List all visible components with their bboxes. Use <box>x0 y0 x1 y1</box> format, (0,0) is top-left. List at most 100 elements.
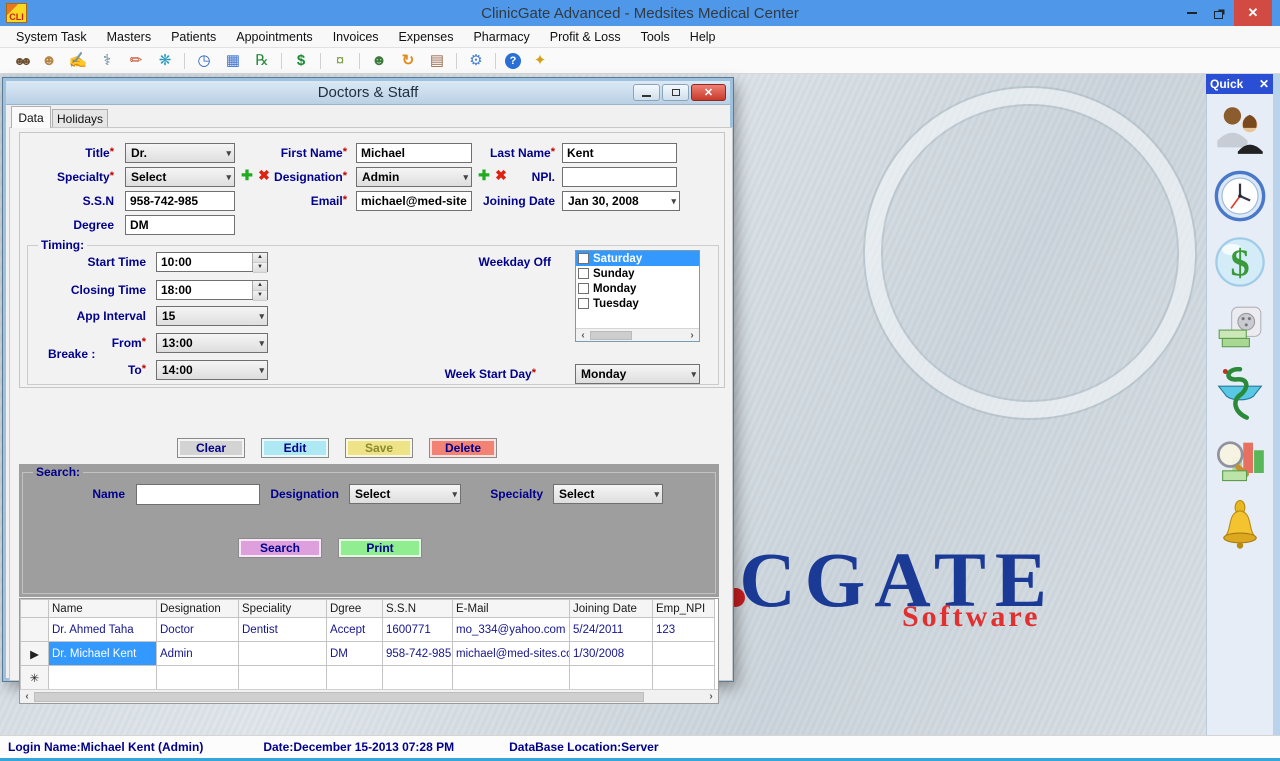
last-name-input[interactable] <box>562 143 677 163</box>
designation-combobox[interactable]: Admin▾ <box>356 167 472 187</box>
dialog-minimize-button[interactable] <box>633 84 660 101</box>
marker-icon[interactable]: ✏ <box>126 53 146 69</box>
quick-reminder-bell-icon[interactable] <box>1212 498 1268 554</box>
grid-header-joining-date[interactable]: Joining Date <box>570 600 653 618</box>
bell-icon[interactable]: ✦ <box>530 53 550 69</box>
cell-name[interactable]: Dr. Ahmed Taha <box>49 618 157 642</box>
refresh-icon[interactable]: ↻ <box>398 53 418 69</box>
vendor-icon[interactable]: ☻ <box>369 53 389 69</box>
cell-dgree[interactable]: DM <box>327 642 383 666</box>
tab-data[interactable]: Data <box>11 106 51 128</box>
dialog-close-button[interactable]: ✕ <box>691 84 726 101</box>
app-icon[interactable]: CLI <box>6 3 27 23</box>
spin-up-icon[interactable]: ▲ <box>253 253 267 263</box>
grid-header-emp-npi[interactable]: Emp_NPI <box>653 600 715 618</box>
cell-designation[interactable] <box>157 666 239 690</box>
menu-pharmacy[interactable]: Pharmacy <box>463 26 539 48</box>
break-to-combobox[interactable]: 14:00▾ <box>156 360 268 380</box>
specialty-combobox[interactable]: Select▾ <box>125 167 235 187</box>
cell-emp-npi[interactable]: 123 <box>653 618 715 642</box>
doctors-staff-icon[interactable]: ☻☻ <box>10 53 30 69</box>
weekday-item-monday[interactable]: Monday <box>576 281 699 296</box>
cell-speciality[interactable]: Dentist <box>239 618 327 642</box>
calendar-icon[interactable]: ▦ <box>223 53 243 69</box>
main-titlebar[interactable]: CLI ClinicGate Advanced - Medsites Medic… <box>0 0 1280 26</box>
checkbox-icon[interactable] <box>578 298 589 309</box>
checkbox-icon[interactable] <box>578 283 589 294</box>
menu-invoices[interactable]: Invoices <box>323 26 389 48</box>
cell-joining-date[interactable]: 5/24/2011 <box>570 618 653 642</box>
email-input[interactable] <box>356 191 472 211</box>
row-selector-current-icon[interactable]: ▶ <box>21 642 49 666</box>
scroll-left-icon[interactable]: ‹ <box>20 691 34 702</box>
menu-expenses[interactable]: Expenses <box>389 26 464 48</box>
cell-name[interactable]: Dr. Michael Kent <box>49 642 157 666</box>
cell-speciality[interactable] <box>239 666 327 690</box>
grid-header-name[interactable]: Name <box>49 600 157 618</box>
quick-patients-icon[interactable] <box>1212 102 1268 158</box>
joining-date-picker[interactable]: Jan 30, 2008▾ <box>562 191 680 211</box>
quick-reports-icon[interactable] <box>1212 432 1268 488</box>
quick-pharmacy-icon[interactable] <box>1212 366 1268 422</box>
table-row-new[interactable]: ✳ <box>21 666 715 690</box>
cell-email[interactable]: michael@med-sites.com <box>453 642 570 666</box>
grid-header-email[interactable]: E-Mail <box>453 600 570 618</box>
quick-panel-close-icon[interactable]: ✕ <box>1259 77 1269 91</box>
weekday-item-saturday[interactable]: Saturday <box>576 251 699 266</box>
dialog-maximize-button[interactable] <box>662 84 689 101</box>
cell-designation[interactable]: Doctor <box>157 618 239 642</box>
grid-hscrollbar[interactable]: ‹ › <box>20 689 718 703</box>
save-button[interactable]: Save <box>345 438 413 458</box>
minimize-button[interactable] <box>1178 0 1206 26</box>
grid-header-ssn[interactable]: S.S.N <box>383 600 453 618</box>
row-selector-new-icon[interactable]: ✳ <box>21 666 49 690</box>
cash-icon[interactable]: ¤ <box>330 53 350 69</box>
patient-icon[interactable]: ☻ <box>39 53 59 69</box>
weekday-off-listbox[interactable]: Saturday Sunday Monday Tuesday ‹ › <box>575 250 700 342</box>
cell-ssn[interactable] <box>383 666 453 690</box>
menu-profit-loss[interactable]: Profit & Loss <box>540 26 631 48</box>
search-name-input[interactable] <box>136 484 260 505</box>
quick-expenses-icon[interactable] <box>1212 300 1268 356</box>
billing-icon[interactable]: $ <box>291 53 311 69</box>
checkbox-icon[interactable] <box>578 268 589 279</box>
break-from-combobox[interactable]: 13:00▾ <box>156 333 268 353</box>
signature-icon[interactable]: ✍ <box>68 53 88 69</box>
search-specialty-combobox[interactable]: Select▾ <box>553 484 663 504</box>
cell-email[interactable] <box>453 666 570 690</box>
degree-input[interactable] <box>125 215 235 235</box>
cell-speciality[interactable] <box>239 642 327 666</box>
clock-icon[interactable]: ◷ <box>194 53 214 69</box>
cell-joining-date[interactable]: 1/30/2008 <box>570 642 653 666</box>
row-selector[interactable] <box>21 618 49 642</box>
cell-email[interactable]: mo_334@yahoo.com <box>453 618 570 642</box>
table-row[interactable]: Dr. Ahmed Taha Doctor Dentist Accept 160… <box>21 618 715 642</box>
table-row-selected[interactable]: ▶ Dr. Michael Kent Admin DM 958-742-985 … <box>21 642 715 666</box>
help-icon[interactable]: ? <box>505 53 521 69</box>
search-button[interactable]: Search <box>238 538 322 558</box>
clear-button[interactable]: Clear <box>177 438 245 458</box>
app-interval-combobox[interactable]: 15▾ <box>156 306 268 326</box>
grid-header-dgree[interactable]: Dgree <box>327 600 383 618</box>
first-name-input[interactable] <box>356 143 472 163</box>
weekday-item-tuesday[interactable]: Tuesday <box>576 296 699 311</box>
cell-joining-date[interactable] <box>570 666 653 690</box>
spin-up-icon[interactable]: ▲ <box>253 281 267 291</box>
menu-appointments[interactable]: Appointments <box>226 26 322 48</box>
chart-icon[interactable]: ▤ <box>427 53 447 69</box>
scroll-right-icon[interactable]: › <box>704 691 718 702</box>
menu-patients[interactable]: Patients <box>161 26 226 48</box>
scrollbar-thumb[interactable] <box>590 331 632 340</box>
delete-button[interactable]: Delete <box>429 438 497 458</box>
grid-header-designation[interactable]: Designation <box>157 600 239 618</box>
prescription-icon[interactable]: ℞ <box>252 53 272 69</box>
tab-holidays[interactable]: Holidays <box>52 109 108 128</box>
scroll-right-icon[interactable]: › <box>685 330 699 341</box>
dialog-titlebar[interactable]: Doctors & Staff <box>6 81 730 105</box>
cell-name[interactable] <box>49 666 157 690</box>
weekday-item-sunday[interactable]: Sunday <box>576 266 699 281</box>
scrollbar-thumb[interactable] <box>34 692 644 702</box>
medical-exam-icon[interactable]: ⚕ <box>97 53 117 69</box>
ssn-input[interactable] <box>125 191 235 211</box>
menu-masters[interactable]: Masters <box>97 26 161 48</box>
